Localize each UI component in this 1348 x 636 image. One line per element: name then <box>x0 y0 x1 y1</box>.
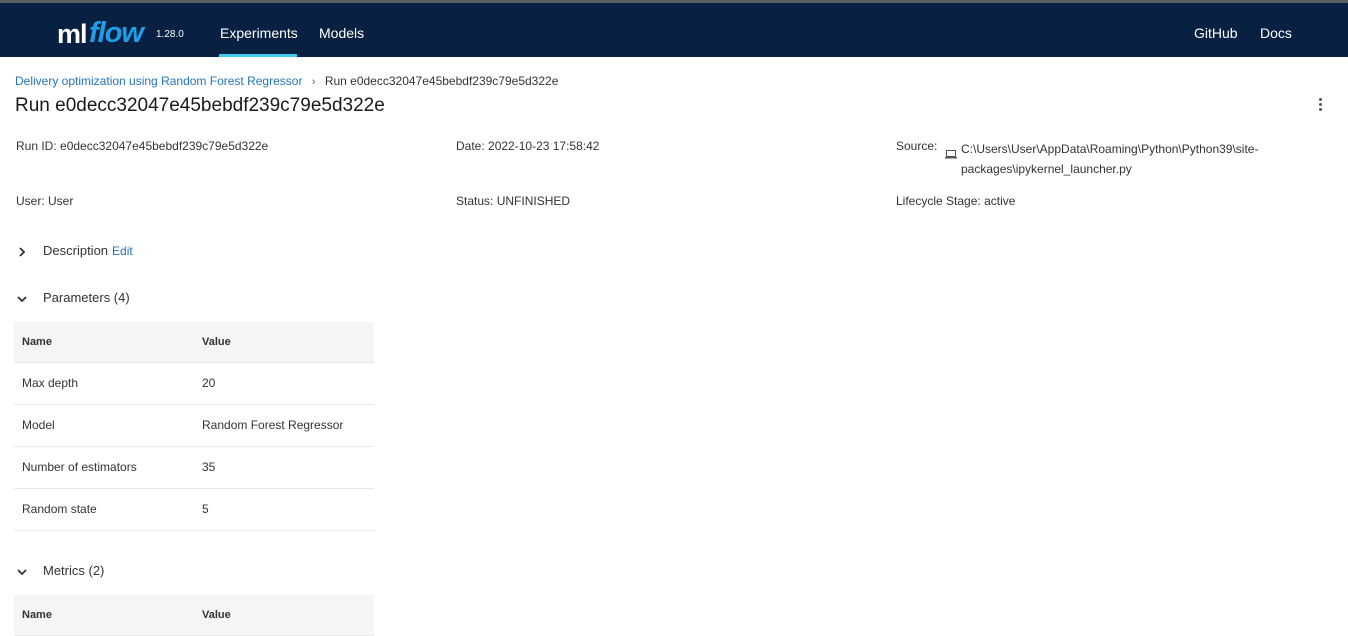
source-path-line1: C:\Users\User\AppData\Roaming\Python\Pyt… <box>961 142 1259 156</box>
version-label: 1.28.0 <box>156 29 184 40</box>
table-row: Number of estimators 35 <box>14 447 374 489</box>
laptop-icon <box>945 150 957 159</box>
param-name: Number of estimators <box>22 460 137 474</box>
status-label: Status: <box>456 194 494 208</box>
status-value: UNFINISHED <box>496 194 571 208</box>
logo-flow-text: flow <box>89 17 144 49</box>
metrics-label: Metrics (2) <box>43 563 105 578</box>
nav-github-link[interactable]: GitHub <box>1194 25 1238 41</box>
metrics-table: Name Value <box>14 595 374 636</box>
source-label: Source: <box>896 139 938 153</box>
table-header-row: Name Value <box>14 595 374 636</box>
breadcrumb-experiment-link[interactable]: Delivery optimization using Random Fores… <box>15 74 302 88</box>
column-header-name[interactable]: Name <box>22 595 52 635</box>
lifecycle-field: Lifecycle Stage: active <box>896 194 1015 208</box>
param-value: 20 <box>202 376 216 390</box>
chevron-right-icon[interactable] <box>15 245 29 259</box>
source-field-label: Source: <box>896 139 937 153</box>
lifecycle-label: Lifecycle Stage: <box>896 194 981 208</box>
param-value: Random Forest Regressor <box>202 418 344 432</box>
breadcrumb-separator: › <box>311 76 316 88</box>
lifecycle-value: active <box>984 194 1016 208</box>
metrics-section-header[interactable]: Metrics (2) <box>15 563 104 579</box>
table-header-row: Name Value <box>14 322 374 363</box>
description-section-header[interactable]: Description Edit <box>15 243 133 259</box>
param-name: Random state <box>22 502 97 516</box>
source-path-line2: packages\ipykernel_launcher.py <box>961 162 1132 176</box>
breadcrumb: Delivery optimization using Random Fores… <box>15 74 558 88</box>
run-id-value: e0decc32047e45bebdf239c79e5d322e <box>60 139 269 153</box>
top-navbar: ml flow 1.28.0 Experiments Models GitHub… <box>0 3 1348 57</box>
column-header-name[interactable]: Name <box>22 322 52 362</box>
chevron-down-icon[interactable] <box>15 565 29 579</box>
column-header-value[interactable]: Value <box>202 595 231 635</box>
param-value: 5 <box>202 502 209 516</box>
table-row: Max depth 20 <box>14 363 374 405</box>
description-edit-link[interactable]: Edit <box>112 244 133 258</box>
description-label: Description <box>43 243 109 258</box>
source-path: C:\Users\User\AppData\Roaming\Python\Pyt… <box>961 139 1291 179</box>
param-name: Model <box>22 418 55 432</box>
user-field: User: User <box>16 194 73 208</box>
active-tab-underline <box>219 54 297 57</box>
run-id-field: Run ID: e0decc32047e45bebdf239c79e5d322e <box>16 139 268 153</box>
page-title: Run e0decc32047e45bebdf239c79e5d322e <box>15 95 385 116</box>
kebab-menu-icon[interactable] <box>1314 98 1326 114</box>
nav-docs-link[interactable]: Docs <box>1260 25 1292 41</box>
chevron-down-icon[interactable] <box>15 292 29 306</box>
user-label: User: <box>16 194 45 208</box>
user-value: User <box>48 194 74 208</box>
parameters-table: Name Value Max depth 20 Model Random For… <box>14 322 374 531</box>
parameters-section-header[interactable]: Parameters (4) <box>15 290 130 306</box>
status-field: Status: UNFINISHED <box>456 194 570 208</box>
nav-models[interactable]: Models <box>319 25 364 41</box>
breadcrumb-current-run: Run e0decc32047e45bebdf239c79e5d322e <box>324 74 559 88</box>
date-field: Date: 2022-10-23 17:58:42 <box>456 139 599 153</box>
date-label: Date: <box>456 139 485 153</box>
date-value: 2022-10-23 17:58:42 <box>488 139 600 153</box>
run-id-label: Run ID: <box>16 139 57 153</box>
parameters-label: Parameters (4) <box>43 290 130 305</box>
table-row: Model Random Forest Regressor <box>14 405 374 447</box>
column-header-value[interactable]: Value <box>202 322 231 362</box>
nav-experiments[interactable]: Experiments <box>220 25 298 41</box>
logo-ml-text: ml <box>57 19 87 49</box>
param-value: 35 <box>202 460 216 474</box>
param-name: Max depth <box>22 376 79 390</box>
table-row: Random state 5 <box>14 489 374 531</box>
